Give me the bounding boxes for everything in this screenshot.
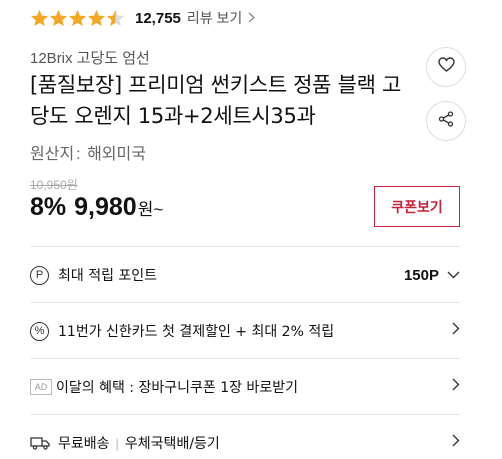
origin-info: 원산지: 해외미국 <box>30 146 146 163</box>
card-discount-row[interactable]: % 11번가 신한카드 첫 결제할인 + 최대 2% 적립 <box>30 303 460 359</box>
origin-value: 해외미국 <box>87 146 146 163</box>
delivery-label: 무료배송 <box>58 436 110 452</box>
card-discount-label: 11번가 신한카드 첫 결제할인 + 최대 2% 적립 <box>58 324 335 340</box>
star-full-icon <box>50 9 67 26</box>
sale-price: 9,980 <box>74 193 137 221</box>
separator: | <box>115 435 119 451</box>
chevron-right-icon <box>248 10 256 26</box>
max-points-label: 최대 적립 포인트 <box>58 268 158 284</box>
brand-label[interactable]: 12Brix 고당도 엄선 <box>30 47 150 68</box>
star-full-icon <box>31 9 48 26</box>
wishlist-button[interactable] <box>426 47 466 87</box>
max-points-value: 150P <box>403 266 439 284</box>
truck-icon <box>30 436 50 450</box>
star-half-icon <box>107 9 124 26</box>
chevron-down-icon <box>447 266 460 284</box>
price-currency: 원~ <box>137 200 164 219</box>
coupon-button[interactable]: 쿠폰보기 <box>374 186 460 227</box>
chevron-right-icon <box>452 378 460 396</box>
price-row: 8% 9,980 원~ <box>30 193 163 222</box>
original-price: 10,950원 <box>30 178 78 192</box>
monthly-benefit-row[interactable]: AD 이달의 혜택 : 장바구니쿠폰 1장 바로받기 <box>30 359 460 415</box>
point-icon: P <box>30 265 49 285</box>
rating-row: 12,755 리뷰 보기 <box>30 6 256 30</box>
review-link[interactable]: 리뷰 보기 <box>186 8 256 28</box>
max-points-row[interactable]: P 최대 적립 포인트 150P <box>30 247 460 303</box>
product-title: [품질보장] 프리미엄 썬키스트 정품 블랙 고당도 오렌지 15과+2세트시3… <box>30 73 402 128</box>
star-rating <box>30 9 125 28</box>
star-full-icon <box>88 9 105 26</box>
chevron-right-icon <box>452 434 460 452</box>
origin-label: 원산지 <box>30 146 75 163</box>
discount-rate: 8% <box>30 193 67 221</box>
share-icon <box>438 110 454 132</box>
delivery-method: 우체국택배/등기 <box>124 436 220 452</box>
star-full-icon <box>69 9 86 26</box>
monthly-benefit-label: 이달의 혜택 : 장바구니쿠폰 1장 바로받기 <box>56 380 298 396</box>
review-link-label: 리뷰 보기 <box>186 10 243 26</box>
heart-icon <box>437 57 455 77</box>
share-button[interactable] <box>426 101 466 141</box>
review-count: 12,755 <box>135 9 181 27</box>
chevron-right-icon <box>452 322 460 340</box>
percent-icon: % <box>30 321 49 341</box>
delivery-row[interactable]: 무료배송 | 우체국택배/등기 <box>30 415 460 459</box>
ad-badge: AD <box>30 379 52 395</box>
